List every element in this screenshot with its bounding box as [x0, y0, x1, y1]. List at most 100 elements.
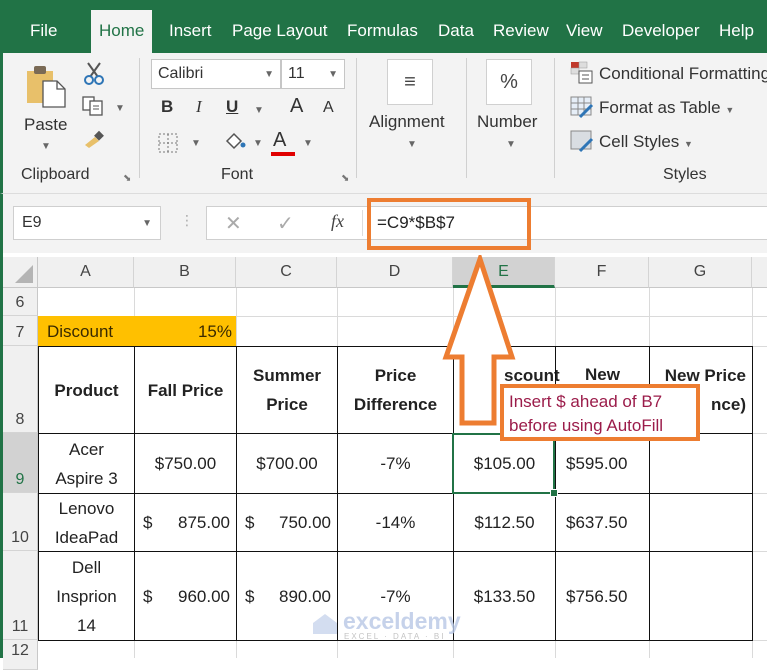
header-price-difference[interactable]: Price Difference [337, 346, 454, 434]
header-product[interactable]: Product [38, 346, 135, 434]
ribbon: Paste ▼ ▼ Clipboard ⬊ Calibri ▼ 11 ▼ B I [0, 53, 767, 193]
fill-handle[interactable] [550, 489, 558, 497]
cut-icon[interactable] [83, 61, 105, 90]
font-launcher-icon[interactable]: ⬊ [341, 173, 349, 184]
italic-button[interactable]: I [196, 97, 202, 117]
currency-symbol: $ [143, 513, 153, 532]
alignment-button[interactable]: Alignment [369, 112, 445, 132]
font-color-dropdown-icon[interactable]: ▼ [303, 138, 313, 149]
tab-insert[interactable]: Insert [161, 18, 220, 53]
column-header-a[interactable]: A [38, 257, 134, 288]
column-header-b[interactable]: B [134, 257, 236, 288]
bold-button[interactable]: B [161, 97, 173, 117]
underline-dropdown-icon[interactable]: ▼ [254, 105, 264, 116]
price-difference-cell[interactable]: -14% [337, 493, 454, 552]
font-color-button[interactable]: A [273, 129, 286, 152]
alignment-icon[interactable]: ≡ [387, 59, 433, 105]
clipboard-launcher-icon[interactable]: ⬊ [123, 173, 131, 184]
discount-value-cell[interactable]: $112.50 [453, 493, 556, 552]
name-box[interactable]: E9 ▼ [13, 206, 161, 240]
row-header-11[interactable]: 11 [3, 551, 38, 640]
column-header-f[interactable]: F [555, 257, 649, 288]
underline-button[interactable]: U [226, 97, 238, 117]
tab-data[interactable]: Data [430, 18, 482, 53]
tab-formulas[interactable]: Formulas [339, 18, 426, 53]
tab-home[interactable]: Home [91, 10, 153, 53]
fall-price-cell[interactable]: $ 960.00 [134, 551, 237, 641]
new-price-difference-cell[interactable] [649, 551, 753, 641]
conditional-formatting-button[interactable]: Conditional Formatting [599, 64, 767, 84]
paste-button[interactable]: Paste [24, 115, 67, 135]
new-price-cell[interactable]: $595.00 [555, 433, 650, 494]
row-header-8[interactable]: 8 [3, 346, 38, 433]
grow-font-button[interactable]: A [290, 95, 303, 118]
product-line2: Insprion [56, 586, 117, 606]
row-header-7[interactable]: 7 [3, 316, 38, 346]
tab-view[interactable]: View [558, 18, 611, 53]
select-all-button[interactable] [3, 257, 38, 288]
tab-help[interactable]: Help [711, 18, 762, 53]
tab-file[interactable]: File [22, 18, 65, 53]
clipboard-group-label: Clipboard [21, 166, 90, 183]
column-header-g[interactable]: G [649, 257, 752, 288]
discount-row[interactable]: Discount 15% [38, 316, 236, 346]
tab-developer[interactable]: Developer [614, 18, 708, 53]
cell-styles-button[interactable]: Cell Styles ▼ [599, 132, 693, 152]
shrink-font-button[interactable]: A [323, 99, 334, 117]
tab-review[interactable]: Review [485, 18, 557, 53]
summer-price-cell[interactable]: $700.00 [236, 433, 338, 494]
column-header-h[interactable] [752, 257, 767, 288]
fill-color-dropdown-icon[interactable]: ▼ [253, 138, 263, 149]
styles-group-label: Styles [663, 166, 707, 183]
font-size-combo[interactable]: 11 ▼ [281, 59, 345, 89]
currency-symbol: $ [245, 586, 255, 606]
row-header-9[interactable]: 9 [3, 433, 38, 493]
alignment-dropdown-icon[interactable]: ▼ [407, 139, 417, 150]
fall-price-cell[interactable]: $ 875.00 [134, 493, 237, 552]
drag-handle-icon[interactable]: ⋮ [180, 212, 194, 229]
number-button[interactable]: Number [477, 112, 537, 132]
copy-icon[interactable] [82, 96, 104, 121]
new-price-cell[interactable]: $637.50 [555, 493, 650, 552]
new-price-difference-cell[interactable] [649, 493, 753, 552]
percent-icon[interactable]: % [486, 59, 532, 105]
new-price-cell[interactable]: $756.50 [555, 551, 650, 641]
price-difference-cell[interactable]: -7% [337, 433, 454, 494]
group-divider [139, 58, 140, 178]
product-cell[interactable]: Dell Insprion 14 [38, 551, 135, 641]
format-as-table-label: Format as Table [599, 98, 721, 117]
product-line1: Lenovo [58, 498, 115, 518]
paste-icon[interactable] [25, 63, 67, 114]
group-divider [554, 58, 555, 178]
product-line1: Acer [69, 439, 104, 459]
borders-icon[interactable] [158, 133, 178, 158]
column-header-c[interactable]: C [236, 257, 337, 288]
font-group-label: Font [221, 166, 254, 183]
font-name-combo[interactable]: Calibri ▼ [151, 59, 281, 89]
enter-icon[interactable]: ✓ [277, 211, 294, 236]
summer-price-cell[interactable]: $ 750.00 [236, 493, 338, 552]
discount-value-cell[interactable]: $133.50 [453, 551, 556, 641]
column-header-d[interactable]: D [337, 257, 453, 288]
fall-price-cell[interactable]: $750.00 [134, 433, 237, 494]
fill-color-icon[interactable] [223, 131, 247, 158]
discount-label: Discount [47, 321, 114, 341]
chevron-down-icon: ▼ [264, 69, 274, 80]
paste-dropdown-icon[interactable]: ▼ [41, 141, 51, 152]
borders-dropdown-icon[interactable]: ▼ [191, 138, 201, 149]
row-header-10[interactable]: 10 [3, 493, 38, 551]
number-dropdown-icon[interactable]: ▼ [506, 139, 516, 150]
product-cell[interactable]: Acer Aspire 3 [38, 433, 135, 494]
cancel-icon[interactable]: ✕ [225, 211, 242, 236]
header-summer-price[interactable]: Summer Price [236, 346, 338, 434]
header-fall-price[interactable]: Fall Price [134, 346, 237, 434]
insert-function-icon[interactable]: fx [331, 211, 344, 232]
format-as-table-button[interactable]: Format as Table ▼ [599, 98, 734, 118]
row-header-12[interactable]: 12 [3, 640, 38, 670]
format-painter-icon[interactable] [83, 129, 107, 154]
copy-dropdown-icon[interactable]: ▼ [115, 103, 125, 114]
row-header-6[interactable]: 6 [3, 288, 38, 316]
tab-page-layout[interactable]: Page Layout [224, 18, 335, 53]
new-price-difference-cell[interactable] [649, 433, 753, 494]
product-cell[interactable]: Lenovo IdeaPad [38, 493, 135, 552]
